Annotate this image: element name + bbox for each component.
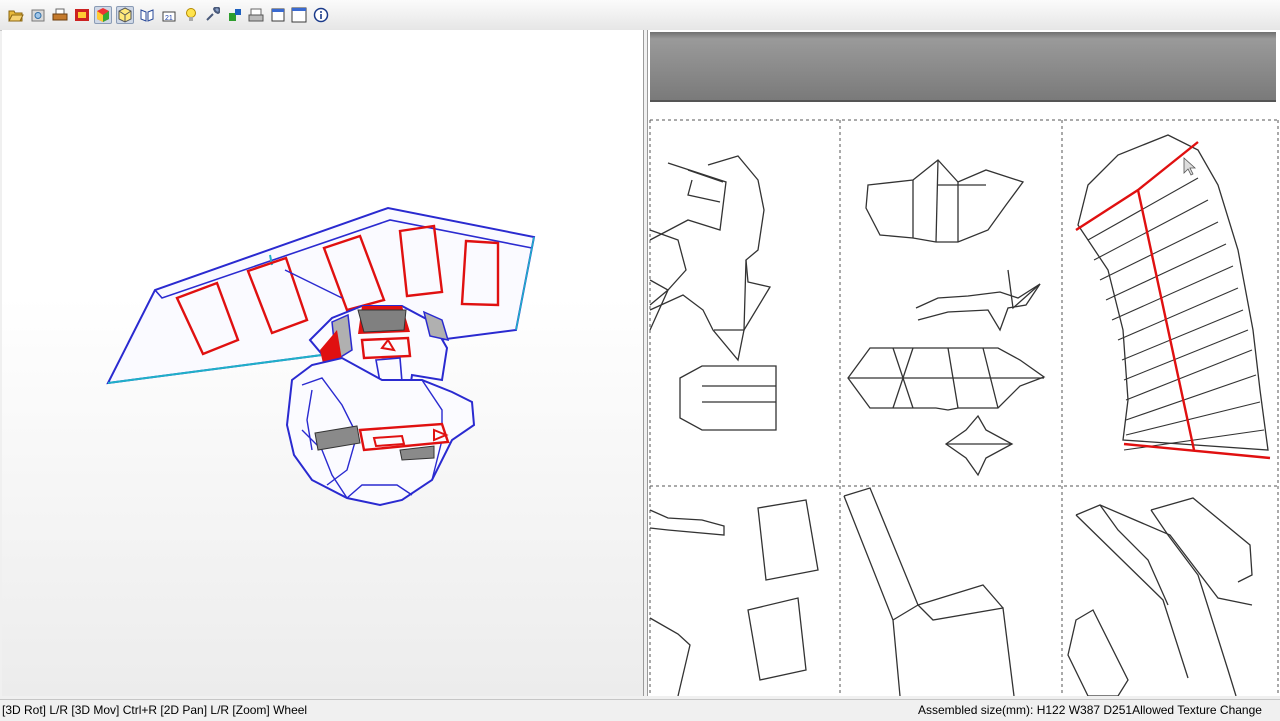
unfold-button[interactable] [226,6,244,24]
info-button[interactable] [312,6,330,24]
settings-button[interactable] [29,6,47,24]
page-setup-icon [248,8,264,22]
mouse-cursor-icon [1183,157,1197,176]
light-button[interactable] [182,6,200,24]
toolbar: 21 [0,0,1280,31]
window-full-icon [291,7,307,23]
view-3d-solid-button[interactable] [94,6,112,24]
model-wing [106,206,536,385]
gear-box-icon [31,9,45,22]
svg-text:21: 21 [165,15,173,22]
texture-button[interactable] [73,6,91,24]
printer-icon [52,8,68,21]
cube-wire-icon [118,7,132,23]
window-single-icon [271,8,285,22]
2d-pattern[interactable] [648,30,1280,696]
edge-numbers-icon: 21 [162,11,176,22]
status-size-text: Assembled size(mm): H122 W387 D251Allowe… [918,703,1262,717]
window-full-button[interactable] [290,6,308,24]
fold-lines [1075,141,1271,460]
2d-view-pane[interactable] [648,30,1280,696]
unfold-icon [229,9,241,21]
cube-solid-icon [97,8,109,22]
model-body [285,305,476,507]
join-faces-icon [140,9,154,22]
3d-model[interactable] [2,30,643,696]
tools-button[interactable] [203,6,221,24]
page-setup-button[interactable] [247,6,265,24]
view-3d-wire-button[interactable] [116,6,134,24]
folder-open-icon [8,10,24,22]
open-button[interactable] [7,6,25,24]
unfolded-parts [649,134,1269,696]
status-hint-text: [3D Rot] L/R [3D Mov] Ctrl+R [2D Pan] L/… [2,703,308,717]
window-single-button[interactable] [269,6,287,24]
lightbulb-icon [186,8,196,21]
info-icon [313,7,329,23]
status-bar: [3D Rot] L/R [3D Mov] Ctrl+R [2D Pan] L/… [0,699,1280,721]
3d-view-pane[interactable] [2,30,644,696]
texture-icon [75,9,89,21]
print-button[interactable] [51,6,69,24]
wrench-icon [206,7,220,21]
edge-numbers-button[interactable]: 21 [160,6,178,24]
join-faces-button[interactable] [138,6,156,24]
